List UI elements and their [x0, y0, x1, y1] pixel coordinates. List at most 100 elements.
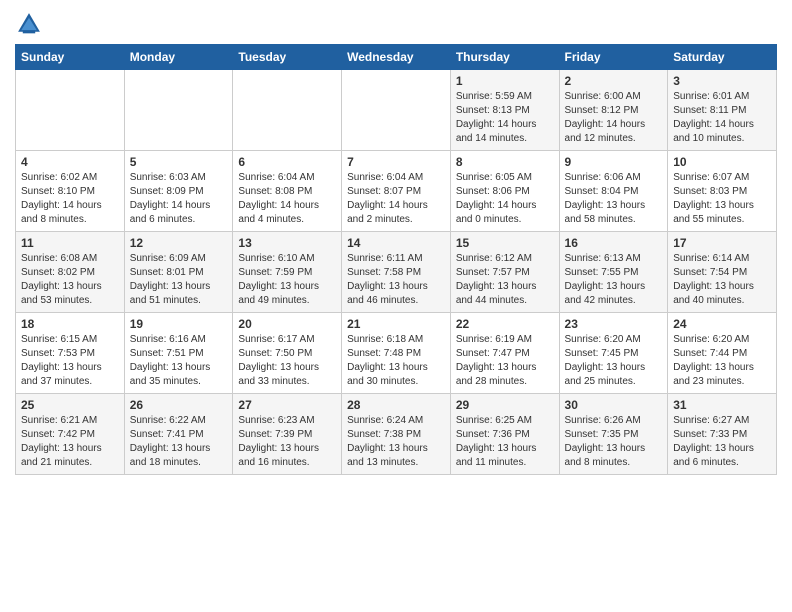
calendar-cell: 30Sunrise: 6:26 AMSunset: 7:35 PMDayligh… [559, 394, 668, 475]
cell-info: Sunrise: 6:14 AMSunset: 7:54 PMDaylight:… [673, 252, 771, 308]
day-number: 17 [673, 236, 771, 250]
calendar-cell: 31 Sunrise: 6:27 AMSunset: 7:33 PMDayligh… [668, 394, 777, 475]
day-number: 19 [130, 317, 228, 331]
calendar-cell: 28 Sunrise: 6:24 AMSunset: 7:38 PMDayligh… [342, 394, 451, 475]
day-number: 22 [456, 317, 554, 331]
weekday-header-wednesday: Wednesday [342, 45, 451, 70]
weekday-header-monday: Monday [124, 45, 233, 70]
calendar-cell: 8 Sunrise: 6:05 AMSunset: 8:06 PMDaylight… [450, 151, 559, 232]
logo-icon [15, 10, 43, 38]
day-number: 25 [21, 398, 119, 412]
calendar-cell: 13 Sunrise: 6:10 AMSunset: 7:59 PMDayligh… [233, 232, 342, 313]
calendar-cell: 27 Sunrise: 6:23 AMSunset: 7:39 PMDayligh… [233, 394, 342, 475]
cell-info: Sunrise: 6:15 AMSunset: 7:53 PMDaylight:… [21, 333, 119, 389]
calendar-week-row: 11 Sunrise: 6:08 AMSunset: 8:02 PMDayligh… [16, 232, 777, 313]
calendar-cell: 22 Sunrise: 6:19 AMSunset: 7:47 PMDayligh… [450, 313, 559, 394]
calendar-cell: 11 Sunrise: 6:08 AMSunset: 8:02 PMDayligh… [16, 232, 125, 313]
calendar-cell: 2Sunrise: 6:00 AMSunset: 8:12 PMDaylight… [559, 70, 668, 151]
day-number: 8 [456, 155, 554, 169]
cell-info: Sunrise: 6:19 AMSunset: 7:47 PMDaylight:… [456, 333, 554, 389]
day-number: 11 [21, 236, 119, 250]
weekday-header-tuesday: Tuesday [233, 45, 342, 70]
calendar-cell: 3 Sunrise: 6:01 AMSunset: 8:11 PMDaylight… [668, 70, 777, 151]
cell-info: Sunrise: 6:20 AMSunset: 7:45 PMDaylight:… [565, 333, 663, 389]
cell-info: Sunrise: 6:27 AMSunset: 7:33 PMDaylight:… [673, 414, 771, 470]
day-number: 18 [21, 317, 119, 331]
cell-info: Sunrise: 6:17 AMSunset: 7:50 PMDaylight:… [238, 333, 336, 389]
cell-info: Sunrise: 6:22 AMSunset: 7:41 PMDaylight:… [130, 414, 228, 470]
day-number: 26 [130, 398, 228, 412]
cell-info: Sunrise: 6:13 AMSunset: 7:55 PMDaylight:… [565, 252, 663, 308]
day-number: 1 [456, 74, 554, 88]
cell-info: Sunrise: 6:06 AMSunset: 8:04 PMDaylight:… [565, 171, 663, 227]
cell-info: Sunrise: 6:25 AMSunset: 7:36 PMDaylight:… [456, 414, 554, 470]
calendar-cell: 12Sunrise: 6:09 AMSunset: 8:01 PMDayligh… [124, 232, 233, 313]
calendar-week-row: 18 Sunrise: 6:15 AMSunset: 7:53 PMDayligh… [16, 313, 777, 394]
day-number: 23 [565, 317, 663, 331]
day-number: 27 [238, 398, 336, 412]
calendar-week-row: 25Sunrise: 6:21 AMSunset: 7:42 PMDayligh… [16, 394, 777, 475]
cell-info: Sunrise: 6:08 AMSunset: 8:02 PMDaylight:… [21, 252, 119, 308]
cell-info: Sunrise: 6:11 AMSunset: 7:58 PMDaylight:… [347, 252, 445, 308]
calendar-week-row: 4 Sunrise: 6:02 AMSunset: 8:10 PMDaylight… [16, 151, 777, 232]
day-number: 10 [673, 155, 771, 169]
calendar-cell: 7Sunrise: 6:04 AMSunset: 8:07 PMDaylight… [342, 151, 451, 232]
day-number: 16 [565, 236, 663, 250]
cell-info: Sunrise: 6:01 AMSunset: 8:11 PMDaylight:… [673, 90, 771, 146]
calendar-cell: 4 Sunrise: 6:02 AMSunset: 8:10 PMDaylight… [16, 151, 125, 232]
day-number: 20 [238, 317, 336, 331]
calendar-cell: 10 Sunrise: 6:07 AMSunset: 8:03 PMDayligh… [668, 151, 777, 232]
calendar-cell [16, 70, 125, 151]
logo [15, 10, 47, 38]
calendar-cell: 24 Sunrise: 6:20 AMSunset: 7:44 PMDayligh… [668, 313, 777, 394]
calendar-cell [233, 70, 342, 151]
cell-info: Sunrise: 6:07 AMSunset: 8:03 PMDaylight:… [673, 171, 771, 227]
calendar-cell: 15 Sunrise: 6:12 AMSunset: 7:57 PMDayligh… [450, 232, 559, 313]
cell-info: Sunrise: 6:02 AMSunset: 8:10 PMDaylight:… [21, 171, 119, 227]
cell-info: Sunrise: 6:16 AMSunset: 7:51 PMDaylight:… [130, 333, 228, 389]
day-number: 5 [130, 155, 228, 169]
cell-info: Sunrise: 6:18 AMSunset: 7:48 PMDaylight:… [347, 333, 445, 389]
day-number: 21 [347, 317, 445, 331]
day-number: 2 [565, 74, 663, 88]
calendar-cell [124, 70, 233, 151]
weekday-header-thursday: Thursday [450, 45, 559, 70]
calendar-cell: 18 Sunrise: 6:15 AMSunset: 7:53 PMDayligh… [16, 313, 125, 394]
cell-info: Sunrise: 6:10 AMSunset: 7:59 PMDaylight:… [238, 252, 336, 308]
calendar-cell: 1 Sunrise: 5:59 AMSunset: 8:13 PMDaylight… [450, 70, 559, 151]
weekday-header-row: SundayMondayTuesdayWednesdayThursdayFrid… [16, 45, 777, 70]
calendar-cell: 20 Sunrise: 6:17 AMSunset: 7:50 PMDayligh… [233, 313, 342, 394]
cell-info: Sunrise: 6:23 AMSunset: 7:39 PMDaylight:… [238, 414, 336, 470]
header [15, 10, 777, 38]
day-number: 3 [673, 74, 771, 88]
cell-info: Sunrise: 5:59 AMSunset: 8:13 PMDaylight:… [456, 90, 554, 146]
calendar-cell: 29 Sunrise: 6:25 AMSunset: 7:36 PMDayligh… [450, 394, 559, 475]
cell-info: Sunrise: 6:20 AMSunset: 7:44 PMDaylight:… [673, 333, 771, 389]
calendar-cell: 23 Sunrise: 6:20 AMSunset: 7:45 PMDayligh… [559, 313, 668, 394]
calendar-cell: 14Sunrise: 6:11 AMSunset: 7:58 PMDayligh… [342, 232, 451, 313]
day-number: 31 [673, 398, 771, 412]
day-number: 30 [565, 398, 663, 412]
calendar-table: SundayMondayTuesdayWednesdayThursdayFrid… [15, 44, 777, 475]
day-number: 6 [238, 155, 336, 169]
weekday-header-sunday: Sunday [16, 45, 125, 70]
day-number: 15 [456, 236, 554, 250]
calendar-cell [342, 70, 451, 151]
cell-info: Sunrise: 6:12 AMSunset: 7:57 PMDaylight:… [456, 252, 554, 308]
cell-info: Sunrise: 6:24 AMSunset: 7:38 PMDaylight:… [347, 414, 445, 470]
calendar-cell: 25Sunrise: 6:21 AMSunset: 7:42 PMDayligh… [16, 394, 125, 475]
day-number: 28 [347, 398, 445, 412]
weekday-header-saturday: Saturday [668, 45, 777, 70]
cell-info: Sunrise: 6:05 AMSunset: 8:06 PMDaylight:… [456, 171, 554, 227]
day-number: 24 [673, 317, 771, 331]
cell-info: Sunrise: 6:04 AMSunset: 8:08 PMDaylight:… [238, 171, 336, 227]
day-number: 9 [565, 155, 663, 169]
calendar-cell: 6 Sunrise: 6:04 AMSunset: 8:08 PMDaylight… [233, 151, 342, 232]
calendar-cell: 16 Sunrise: 6:13 AMSunset: 7:55 PMDayligh… [559, 232, 668, 313]
calendar-cell: 5Sunrise: 6:03 AMSunset: 8:09 PMDaylight… [124, 151, 233, 232]
calendar-cell: 17 Sunrise: 6:14 AMSunset: 7:54 PMDayligh… [668, 232, 777, 313]
day-number: 29 [456, 398, 554, 412]
calendar-cell: 9 Sunrise: 6:06 AMSunset: 8:04 PMDaylight… [559, 151, 668, 232]
day-number: 4 [21, 155, 119, 169]
day-number: 13 [238, 236, 336, 250]
